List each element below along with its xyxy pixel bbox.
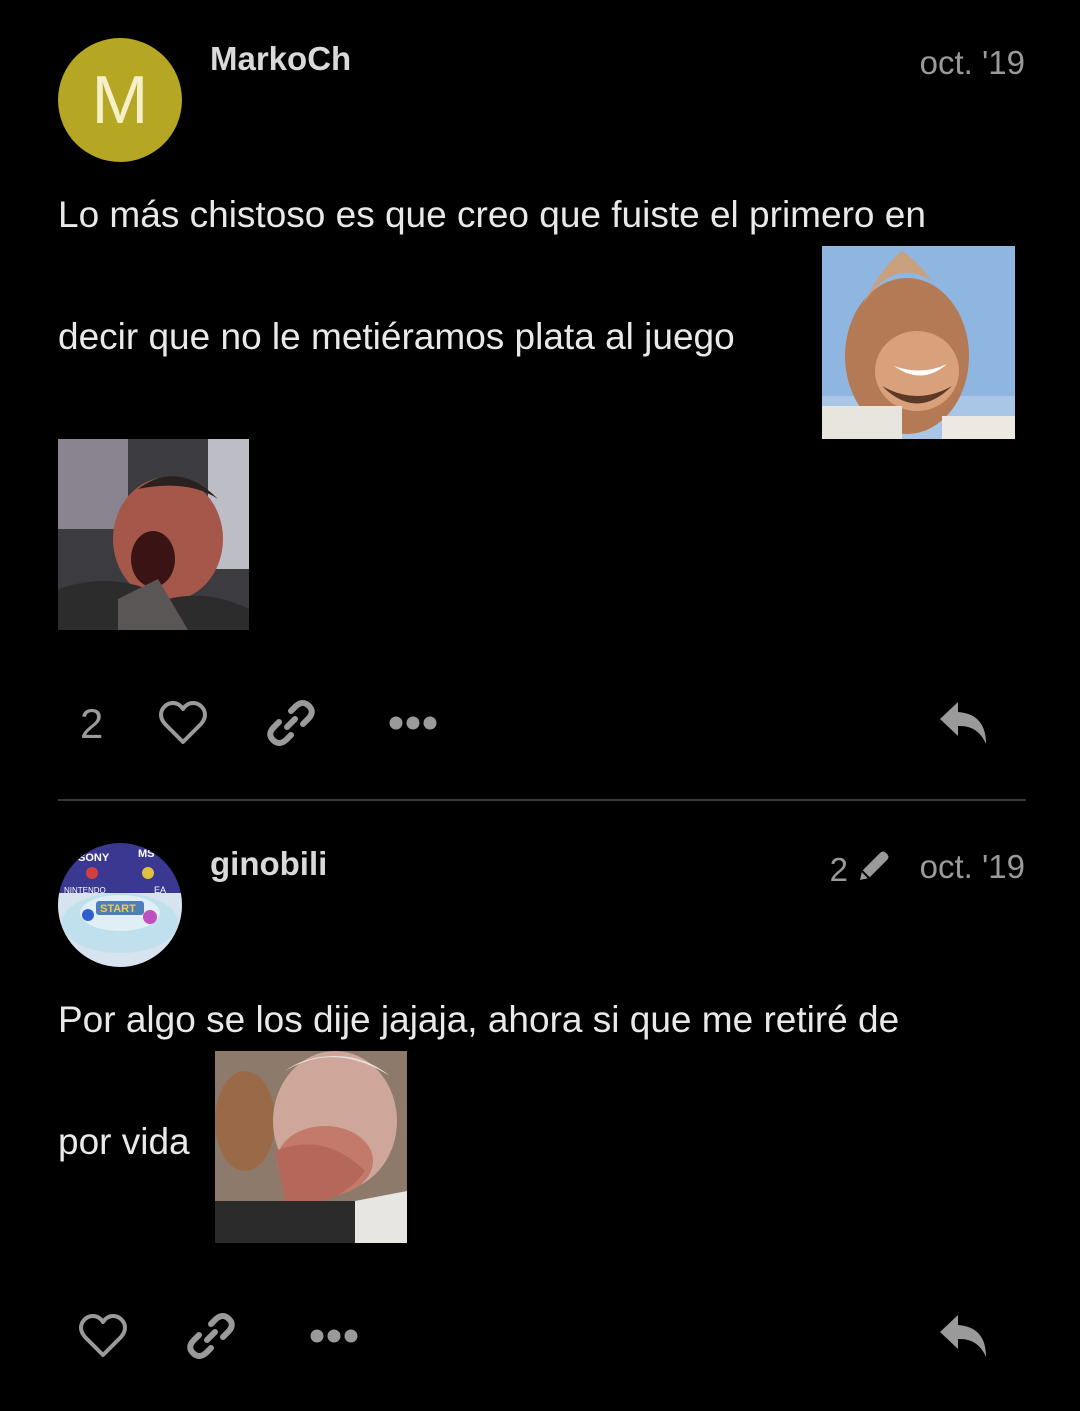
avatar-label-ea: EA <box>154 885 166 895</box>
pencil-icon <box>856 848 892 892</box>
crying-man-emoji-image <box>215 1051 407 1243</box>
post-ginobili: SONY MS NINTENDO EA START ginobili 2 oct… <box>0 800 1080 1411</box>
avatar-label-nintendo: NINTENDO <box>64 886 106 895</box>
username[interactable]: ginobili <box>210 845 327 883</box>
username[interactable]: MarkoCh <box>210 40 351 78</box>
link-icon[interactable] <box>184 1309 238 1363</box>
post-text-line-2: por vida <box>58 1121 190 1162</box>
like-count[interactable]: 2 <box>80 700 103 748</box>
post-date[interactable]: oct. '19 <box>920 44 1025 82</box>
avatar-letter: M <box>91 62 149 138</box>
edit-count: 2 <box>829 851 848 888</box>
heart-icon[interactable] <box>76 1309 130 1363</box>
reply-icon[interactable] <box>936 697 992 749</box>
avatar-label-ms: MS <box>138 848 155 860</box>
post-text-line-2: decir que no le metiéramos plata al jueg… <box>58 316 735 357</box>
laughing-man-emoji-image <box>822 246 1015 439</box>
ellipsis-icon[interactable] <box>386 700 440 746</box>
avatar[interactable]: M <box>58 38 182 162</box>
edit-history[interactable]: 2 <box>830 848 892 892</box>
post-text-line-1: Por algo se los dije jajaja, ahora si qu… <box>58 999 900 1040</box>
avatar-label-start: START <box>100 903 136 915</box>
heart-icon[interactable] <box>156 696 210 750</box>
reply-icon[interactable] <box>936 1310 992 1362</box>
avatar[interactable]: SONY MS NINTENDO EA START <box>58 843 182 967</box>
avatar-label-sony: SONY <box>78 852 110 864</box>
post-markoch: M MarkoCh oct. '19 Lo más chistoso es qu… <box>0 0 1080 800</box>
post-date[interactable]: oct. '19 <box>920 848 1025 886</box>
link-icon[interactable] <box>264 696 318 750</box>
ellipsis-icon[interactable] <box>307 1313 361 1359</box>
laughing-man-2-emoji-image <box>58 439 249 630</box>
post-text-line-1: Lo más chistoso es que creo que fuiste e… <box>58 194 926 235</box>
